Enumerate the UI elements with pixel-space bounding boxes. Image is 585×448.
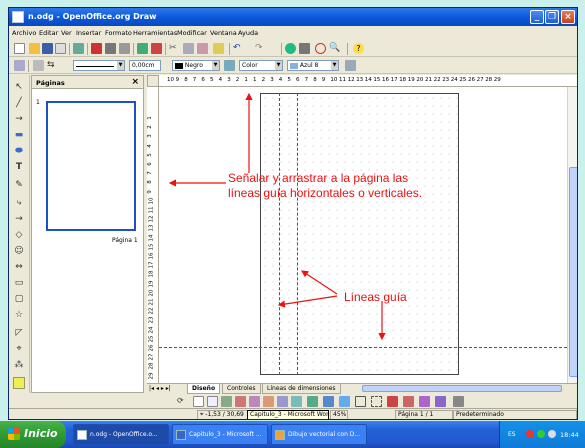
word-task-icon (176, 430, 186, 440)
clock[interactable]: 18:44 (560, 431, 579, 439)
app-window: n.odg - OpenOffice.org Draw _ ❐ × Archiv… (8, 7, 578, 420)
annotation-arrows (168, 92, 386, 341)
browser-task-icon (275, 430, 285, 440)
tray-icon-3[interactable] (548, 430, 556, 438)
tray-icon-1[interactable] (526, 430, 534, 438)
windows-logo-icon (8, 428, 20, 440)
taskbar: Inicio n.odg - OpenOffice.o... Capitulo_… (0, 421, 585, 448)
task-word[interactable]: Capitulo_3 - Microsoft ... (172, 424, 268, 445)
draw-task-icon (77, 430, 87, 440)
start-button[interactable]: Inicio (0, 421, 66, 448)
task-dibujo[interactable]: Dibujo vectorial con D... (271, 424, 367, 445)
task-openoffice[interactable]: n.odg - OpenOffice.o... (73, 424, 169, 445)
language-indicator[interactable]: ES (508, 431, 516, 438)
system-tray: ES 18:44 (499, 421, 585, 448)
tray-icon-2[interactable] (537, 430, 545, 438)
